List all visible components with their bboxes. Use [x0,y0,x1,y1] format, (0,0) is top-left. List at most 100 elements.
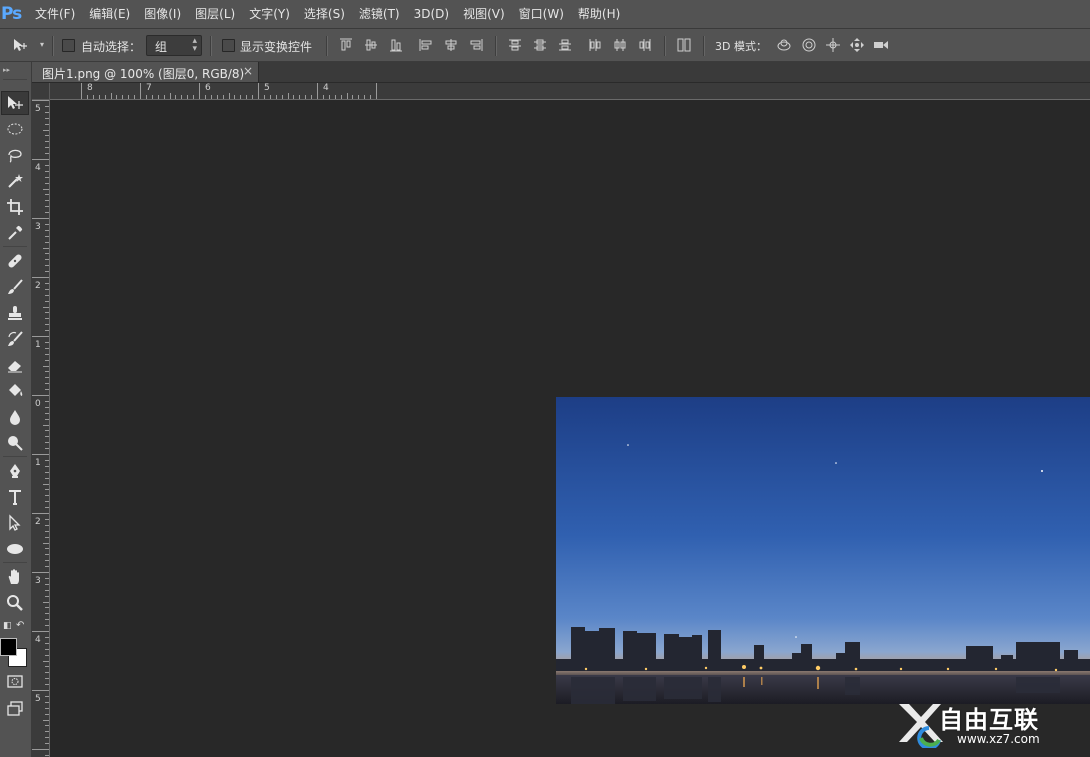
pen-tool-icon[interactable] [1,459,29,483]
menu-layer[interactable]: 图层(L) [188,0,242,28]
ruler-tick [32,454,49,455]
menu-image[interactable]: 图像(I) [137,0,188,28]
distribute-right-icon[interactable] [637,37,653,53]
path-selection-tool-icon[interactable] [1,511,29,535]
3d-scale-icon[interactable] [873,37,889,53]
distribute-left-icon[interactable] [587,37,603,53]
eyedropper-tool-icon[interactable] [1,221,29,245]
document-tab[interactable]: 图片1.png @ 100% (图层0, RGB/8) × [32,62,259,82]
ruler-tick [163,95,165,99]
panel-collapse-icon[interactable]: ▸▸ [3,66,10,74]
close-icon[interactable]: × [243,64,253,78]
menu-type[interactable]: 文字(Y) [242,0,297,28]
blur-tool-icon[interactable] [1,405,29,429]
ruler-tick [45,707,49,709]
v-ruler-label: 1 [35,340,41,350]
3d-pan-icon[interactable] [825,37,841,53]
ellipse-tool-icon[interactable] [1,537,29,561]
v-ruler-label: 2 [35,281,41,291]
menu-help[interactable]: 帮助(H) [571,0,627,28]
eraser-tool-icon[interactable] [1,353,29,377]
show-transform-checkbox[interactable] [222,39,235,52]
ruler-tick [370,95,372,99]
healing-brush-tool-icon[interactable] [1,249,29,273]
ruler-tick [358,95,360,99]
3d-slide-icon[interactable] [849,37,865,53]
ruler-tick [45,212,49,214]
city-night-photo [556,397,1090,704]
distribute-bottom-icon[interactable] [557,37,573,53]
brush-tool-icon[interactable] [1,275,29,299]
ruler-tick [43,601,49,603]
align-right-icon[interactable] [468,37,484,53]
zoom-tool-icon[interactable] [1,591,29,615]
horizontal-ruler[interactable]: 8 7 6 5 4 [50,83,1090,100]
type-tool-icon[interactable] [1,485,29,509]
clone-stamp-tool-icon[interactable] [1,301,29,325]
lasso-tool-icon[interactable] [1,143,29,167]
ruler-tick [32,631,49,632]
swap-colors-icon[interactable]: ↶ [16,620,24,631]
auto-align-layers-icon[interactable] [676,37,692,53]
distribute-hcenter-icon[interactable] [612,37,628,53]
ruler-tick [45,229,49,231]
ruler-tick [45,206,49,208]
align-vcenter-icon[interactable] [363,37,379,53]
auto-select-dropdown[interactable]: 组 ▴ ▾ [146,35,202,56]
ruler-tick [45,518,49,520]
ruler-tick [45,731,49,733]
ruler-tick [122,95,124,99]
ruler-tick [45,448,49,450]
magic-wand-tool-icon[interactable] [1,169,29,193]
distribute-vcenter-icon[interactable] [532,37,548,53]
ruler-origin[interactable] [32,83,50,100]
menu-file[interactable]: 文件(F) [28,0,82,28]
vertical-ruler[interactable]: 5 4 3 2 1 0 1 2 3 4 5 [32,100,50,757]
ruler-tick [293,95,295,99]
default-colors-icon[interactable]: ◧ [3,621,12,631]
move-tool-preset-icon[interactable] [12,37,28,53]
ruler-tick [98,95,100,99]
document-image[interactable] [556,397,1090,704]
marquee-tool-icon[interactable] [1,117,29,141]
align-left-icon[interactable] [418,37,434,53]
v-ruler-label: 1 [35,458,41,468]
3d-roll-icon[interactable] [801,37,817,53]
ruler-tick [43,247,49,249]
3d-rotate-icon[interactable] [776,37,792,53]
menu-3d[interactable]: 3D(D) [407,0,456,28]
screen-mode-icon[interactable] [1,697,29,721]
foreground-color-swatch[interactable] [0,638,17,656]
align-top-icon[interactable] [338,37,354,53]
ruler-tick [45,536,49,538]
preset-dropdown-icon[interactable]: ▾ [40,40,44,49]
ruler-tick [45,271,49,273]
crop-tool-icon[interactable] [1,195,29,219]
menu-window[interactable]: 窗口(W) [512,0,571,28]
ruler-tick [45,383,49,385]
dodge-tool-icon[interactable] [1,431,29,455]
watermark: 自由互联 www.xz7.com [895,698,1085,753]
menu-select[interactable]: 选择(S) [297,0,352,28]
distribute-top-icon[interactable] [507,37,523,53]
menu-view[interactable]: 视图(V) [456,0,512,28]
ruler-tick [128,95,130,99]
ruler-tick [199,83,200,99]
paint-bucket-tool-icon[interactable] [1,379,29,403]
menu-edit[interactable]: 编辑(E) [82,0,137,28]
photoshop-logo[interactable]: Ps [0,0,27,28]
align-bottom-icon[interactable] [388,37,404,53]
hand-tool-icon[interactable] [1,565,29,589]
ruler-tick [263,95,265,99]
move-tool-icon[interactable] [1,91,29,115]
ruler-tick [45,672,49,674]
ruler-tick [45,259,49,261]
menu-filter[interactable]: 滤镜(T) [352,0,407,28]
history-brush-tool-icon[interactable] [1,327,29,351]
auto-select-checkbox[interactable] [62,39,75,52]
ruler-tick [45,194,49,196]
align-hcenter-icon[interactable] [443,37,459,53]
quick-mask-icon[interactable] [1,669,29,693]
options-bar: ▾ 自动选择： 组 ▴ ▾ 显示变换控件 3D 模式： [0,29,1090,62]
ruler-tick [45,695,49,697]
